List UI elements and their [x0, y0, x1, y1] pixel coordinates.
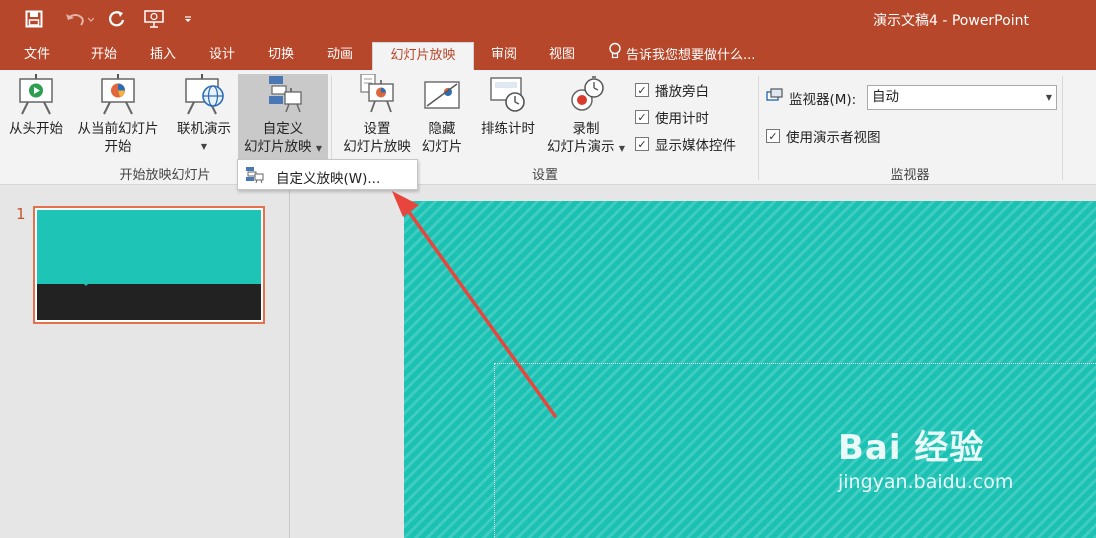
tab-slide-show[interactable]: 幻灯片放映	[372, 42, 474, 70]
play-narrations-checkbox[interactable]: ✓ 播放旁白	[635, 80, 709, 100]
tab-design[interactable]: 设计	[196, 42, 248, 70]
rehearse-timings-icon	[474, 74, 542, 120]
record-label-line2: 幻灯片演示	[547, 139, 615, 155]
hide-slide-icon	[417, 74, 467, 120]
custom-shows-menu-label: 自定义放映(W)...	[276, 171, 381, 187]
monitor-label: 监视器(M):	[789, 92, 857, 108]
from-beginning-label: 从头开始	[9, 121, 63, 137]
hide-slide-label-line1: 隐藏	[428, 121, 456, 137]
tell-me-text: 告诉我您想要做什么...	[626, 48, 756, 63]
setup-slide-show-button[interactable]: 设置 幻灯片放映	[338, 74, 416, 160]
use-timings-label: 使用计时	[655, 111, 709, 127]
custom-show-label-line1: 自定义	[262, 121, 304, 137]
custom-show-dropdown-menu: 自定义放映(W)...	[237, 159, 418, 190]
checkmark-icon: ✓	[635, 137, 649, 151]
from-current-slide-icon	[70, 74, 166, 120]
tab-insert[interactable]: 插入	[137, 42, 189, 70]
setup-slide-show-icon	[338, 74, 416, 120]
use-timings-checkbox[interactable]: ✓ 使用计时	[635, 107, 709, 127]
undo-icon[interactable]	[60, 6, 98, 32]
monitor-select-value: 自动	[872, 89, 899, 105]
slide-thumbnail-preview	[37, 210, 261, 320]
present-from-beginning-icon[interactable]	[140, 6, 168, 32]
monitor-select[interactable]: 自动 ▼	[867, 85, 1057, 110]
slide-thumbnail[interactable]	[33, 206, 265, 324]
ribbon: 从头开始 从当前幻灯片 开始 联机演示 ▼ 自定义 幻灯片放映 ▼ 开始放映幻灯…	[0, 70, 1096, 185]
hide-slide-label-line2: 幻灯片	[421, 139, 463, 155]
chevron-down-icon: ▼	[1045, 93, 1052, 102]
repeat-icon[interactable]	[105, 6, 129, 32]
tab-file[interactable]: 文件	[12, 42, 62, 70]
use-presenter-view-label: 使用演示者视图	[786, 130, 881, 146]
from-current-slide-button[interactable]: 从当前幻灯片 开始	[70, 74, 166, 160]
save-icon[interactable]	[22, 6, 46, 32]
online-present-label: 联机演示	[177, 121, 231, 137]
watermark-url: jingyan.baidu.com	[838, 471, 1014, 493]
tell-me-box[interactable]: 告诉我您想要做什么...	[608, 42, 755, 70]
tab-review[interactable]: 审阅	[480, 42, 528, 70]
checkmark-icon: ✓	[635, 83, 649, 97]
baidu-watermark: Bai 经验 jingyan.baidu.com	[838, 420, 1038, 493]
group-divider	[1062, 76, 1063, 180]
title-bar: 演示文稿4 - PowerPoint	[0, 0, 1096, 38]
custom-slide-show-button[interactable]: 自定义 幻灯片放映 ▼	[238, 74, 328, 160]
custom-show-label-line2: 幻灯片放映	[244, 139, 312, 155]
online-present-button[interactable]: 联机演示 ▼	[170, 74, 238, 160]
record-slide-show-button[interactable]: 录制 幻灯片演示 ▼	[542, 74, 630, 160]
from-current-label-line1: 从当前幻灯片	[77, 121, 159, 137]
thumbnail-dark-band	[37, 284, 261, 320]
chevron-down-icon: ▼	[200, 142, 208, 151]
baidu-logo: Bai 经验	[838, 428, 985, 468]
from-beginning-icon	[4, 74, 68, 120]
customize-qat-icon[interactable]	[178, 6, 198, 32]
window-title: 演示文稿4 - PowerPoint	[873, 13, 1029, 29]
record-label-line1: 录制	[572, 121, 600, 137]
rehearse-timings-button[interactable]: 排练计时	[474, 74, 542, 160]
ribbon-tabs: 文件 开始 插入 设计 切换 动画 幻灯片放映 审阅 视图 告诉我您想要做什么.…	[0, 38, 1096, 70]
thumbnail-notch	[79, 279, 93, 286]
setup-show-label-line2: 幻灯片放映	[343, 139, 411, 155]
from-current-label-line2: 开始	[104, 139, 132, 155]
setup-show-label-line1: 设置	[363, 121, 391, 137]
checkmark-icon: ✓	[635, 110, 649, 124]
online-present-icon	[170, 74, 238, 120]
tab-view[interactable]: 视图	[538, 42, 586, 70]
chevron-down-icon: ▼	[618, 144, 625, 153]
play-narrations-label: 播放旁白	[655, 84, 709, 100]
tab-home[interactable]: 开始	[78, 42, 130, 70]
record-slide-show-icon	[542, 74, 630, 120]
slide-number: 1	[16, 205, 26, 223]
chevron-down-icon: ▼	[315, 144, 322, 153]
group-label-monitors: 监视器	[890, 168, 930, 183]
from-beginning-button[interactable]: 从头开始	[4, 74, 68, 160]
tab-animations[interactable]: 动画	[314, 42, 366, 70]
show-media-controls-checkbox[interactable]: ✓ 显示媒体控件	[635, 134, 736, 154]
group-divider	[758, 76, 759, 180]
rehearse-timings-label: 排练计时	[481, 121, 535, 137]
show-media-controls-label: 显示媒体控件	[655, 138, 736, 154]
checkmark-icon: ✓	[766, 129, 780, 143]
custom-slide-show-icon	[238, 74, 328, 120]
use-presenter-view-checkbox[interactable]: ✓ 使用演示者视图	[766, 126, 881, 146]
custom-shows-icon	[244, 166, 264, 188]
custom-shows-menu-item[interactable]: 自定义放映(W)...	[238, 160, 417, 189]
monitor-icon	[766, 88, 784, 108]
tab-transitions[interactable]: 切换	[255, 42, 307, 70]
monitor-field-label: 监视器(M):	[766, 88, 856, 108]
slide-thumbnail-pane: 1	[0, 185, 290, 538]
lightbulb-icon	[608, 42, 622, 70]
hide-slide-button[interactable]: 隐藏 幻灯片	[417, 74, 467, 160]
